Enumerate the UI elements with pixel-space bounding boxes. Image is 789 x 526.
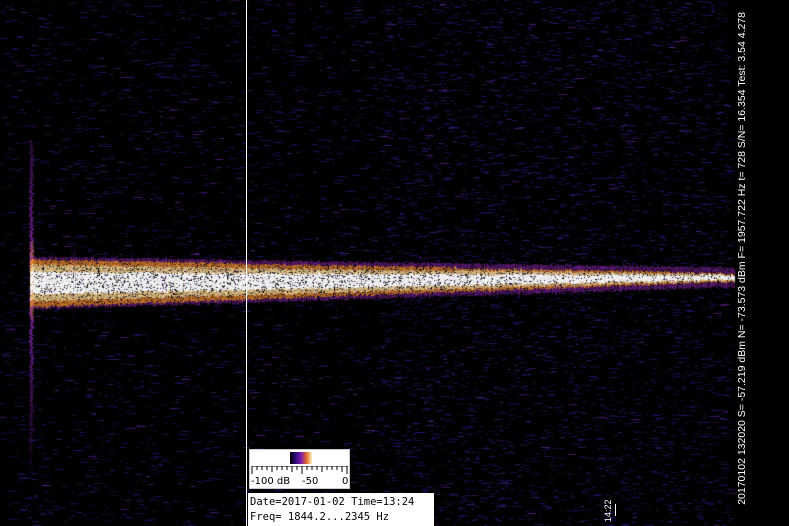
measurement-status-bar: 20170102 132020 S= -57.219 dBm N= -73.57… — [733, 12, 751, 520]
scale-ticks — [251, 466, 348, 474]
time-cursor-line[interactable] — [246, 0, 247, 526]
date-freq-info: Date=2017-01-02 Time=13:24 Freq= 1844.2.… — [248, 493, 434, 526]
scale-label-max: 0 — [342, 476, 349, 487]
spectrogram-display[interactable] — [0, 0, 789, 526]
scale-labels: -100 dB -50 0 — [250, 476, 350, 488]
frequency-range-line: Freq= 1844.2...2345 Hz — [250, 511, 390, 523]
time-marker-label: 14:22 — [603, 499, 613, 522]
color-gradient-bar — [290, 452, 312, 464]
db-color-scale: -100 dB -50 0 — [249, 449, 350, 489]
time-marker: 14:22 — [599, 490, 619, 526]
scale-label-min: -100 dB — [251, 476, 291, 487]
time-marker-tick — [615, 504, 616, 516]
date-time-line: Date=2017-01-02 Time=13:24 — [250, 496, 415, 508]
scale-label-mid: -50 — [302, 476, 319, 487]
measurement-status-text: 20170102 132020 S= -57.219 dBm N= -73.57… — [736, 12, 748, 505]
